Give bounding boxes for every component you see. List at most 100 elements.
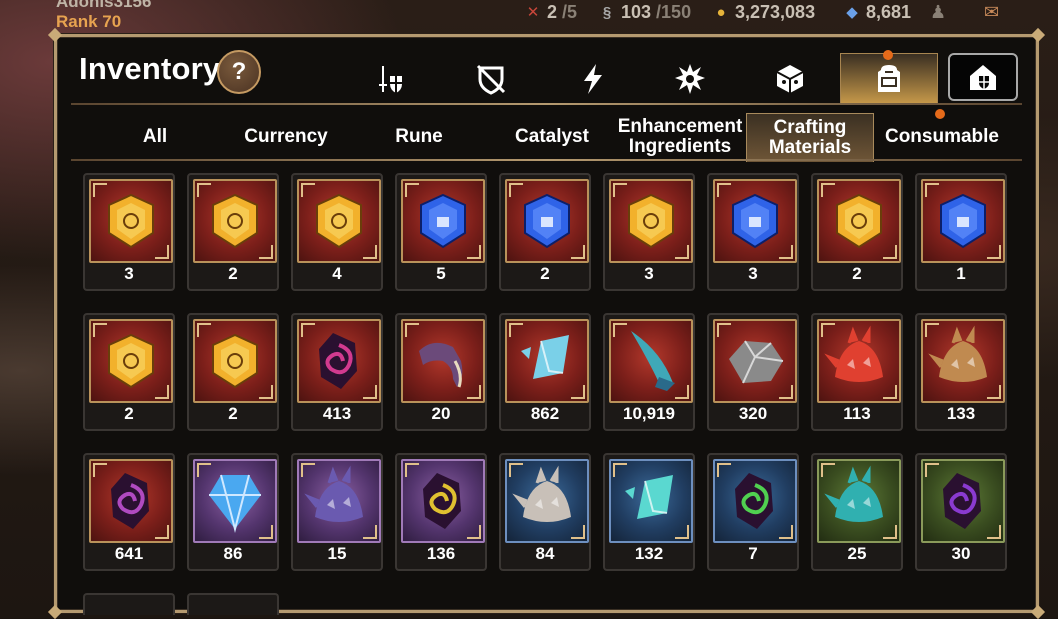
item-frame	[297, 179, 381, 263]
inventory-slot[interactable]: 15	[291, 453, 383, 571]
item-count: 5	[436, 264, 446, 283]
swirl-crystal-icon	[943, 473, 981, 529]
item-count: 2	[124, 404, 134, 423]
item-frame	[89, 459, 173, 543]
tab-weapon[interactable]	[369, 57, 413, 101]
spiked-shell-icon	[304, 465, 363, 522]
stamina-value: 2	[547, 1, 558, 22]
page-title: Inventory	[79, 51, 221, 86]
consumable-badge	[935, 109, 945, 119]
inventory-slot[interactable]: 320	[707, 313, 799, 431]
blue-rune-icon	[940, 193, 986, 249]
help-button[interactable]: ?	[217, 50, 261, 94]
sword-shield-icon	[379, 66, 402, 93]
crossed-shield-icon	[476, 64, 506, 95]
inventory-slot[interactable]: 132	[603, 453, 695, 571]
tab-catalyst[interactable]	[668, 57, 712, 101]
skystone-max: /150	[656, 1, 692, 22]
friends-icon[interactable]: ♟	[930, 0, 966, 24]
tab-label: Catalyst	[515, 126, 589, 147]
item-frame	[817, 179, 901, 263]
tab-label-line2: Ingredients	[628, 136, 732, 157]
inventory-slot-partial[interactable]	[187, 593, 279, 615]
crystal-stat[interactable]: ◆ 8,681	[843, 0, 911, 24]
blue-gem-icon	[209, 474, 261, 533]
item-count: 320	[738, 404, 768, 423]
inventory-slot[interactable]: 2	[811, 173, 903, 291]
tab-misc[interactable]	[768, 57, 812, 101]
gold-rune-icon	[108, 333, 154, 389]
inventory-slot[interactable]: 113	[811, 313, 903, 431]
inventory-slot[interactable]: 133	[915, 313, 1007, 431]
claw-icon	[419, 342, 463, 388]
item-count: 862	[530, 404, 560, 423]
item-count: 30	[951, 544, 971, 563]
item-count: 3	[748, 264, 758, 283]
burst-icon	[675, 64, 705, 94]
gold-stat[interactable]: ● 3,273,083	[712, 0, 815, 24]
inventory-slot[interactable]: 2	[83, 313, 175, 431]
tab-currency[interactable]: Currency	[221, 113, 351, 161]
skystone-stat[interactable]: § 103/150	[598, 0, 691, 24]
mail-icon[interactable]: ✉	[984, 0, 1020, 24]
inventory-slot[interactable]: 7	[707, 453, 799, 571]
swirl-crystal-icon	[735, 473, 773, 529]
gold-value: 3,273,083	[735, 1, 816, 22]
item-count: 7	[748, 544, 758, 563]
item-frame	[609, 319, 693, 403]
gem-icon: ◆	[846, 4, 858, 21]
inventory-slot[interactable]: 84	[499, 453, 591, 571]
tab-storage[interactable]	[948, 53, 1018, 101]
tab-materials[interactable]	[840, 53, 938, 104]
inventory-slot[interactable]: 3	[603, 173, 695, 291]
inventory-slot[interactable]: 30	[915, 453, 1007, 571]
gold-rune-icon	[628, 193, 674, 249]
inventory-slot[interactable]: 3	[707, 173, 799, 291]
stamina-stat[interactable]: ✕ 2/5	[524, 0, 577, 24]
tab-crafting-materials[interactable]: Crafting Materials	[746, 113, 874, 162]
tab-label: Rune	[395, 126, 443, 147]
item-frame	[921, 319, 1005, 403]
inventory-slot[interactable]: 3	[83, 173, 175, 291]
prism-crystal-icon	[521, 335, 569, 379]
house-shield-icon	[970, 65, 996, 90]
spiked-shell-icon	[824, 465, 883, 522]
item-count: 641	[114, 544, 144, 563]
inventory-slot[interactable]: 2	[499, 173, 591, 291]
blue-rune-icon	[732, 193, 778, 249]
item-frame	[713, 319, 797, 403]
item-frame	[193, 179, 277, 263]
tab-all[interactable]: All	[95, 113, 215, 161]
gold-rune-icon	[108, 193, 154, 249]
inventory-slot[interactable]: 2	[187, 313, 279, 431]
item-frame	[505, 179, 589, 263]
tab-label-line1: Crafting	[773, 117, 847, 138]
tab-rune[interactable]: Rune	[359, 113, 479, 161]
tab-catalyst-sub[interactable]: Catalyst	[487, 113, 617, 161]
inventory-slot[interactable]: 862	[499, 313, 591, 431]
inventory-slot[interactable]: 1	[915, 173, 1007, 291]
inventory-slot[interactable]: 25	[811, 453, 903, 571]
inventory-slot-partial[interactable]	[83, 593, 175, 615]
tab-armor[interactable]	[469, 57, 513, 101]
player-name: Adonis3156	[56, 0, 152, 11]
tab-artifact[interactable]	[571, 57, 615, 101]
inventory-slot[interactable]: 4	[291, 173, 383, 291]
tab-consumable[interactable]: Consumable	[879, 113, 1005, 161]
scroll-icon: §	[602, 3, 612, 21]
inventory-slot[interactable]: 10,919	[603, 313, 695, 431]
item-frame	[609, 179, 693, 263]
inventory-slot[interactable]: 641	[83, 453, 175, 571]
item-count: 84	[535, 544, 555, 563]
inventory-slot[interactable]: 20	[395, 313, 487, 431]
tab-label: Currency	[244, 126, 328, 147]
item-frame	[401, 459, 485, 543]
inventory-slot[interactable]: 86	[187, 453, 279, 571]
tab-enhancement-ingredients[interactable]: Enhancement Ingredients	[617, 113, 743, 161]
inventory-slot[interactable]: 2	[187, 173, 279, 291]
inventory-slot[interactable]: 136	[395, 453, 487, 571]
inventory-slot[interactable]: 413	[291, 313, 383, 431]
inventory-slot[interactable]: 5	[395, 173, 487, 291]
item-frame	[89, 319, 173, 403]
tab-label-line1: Enhancement	[617, 116, 743, 137]
